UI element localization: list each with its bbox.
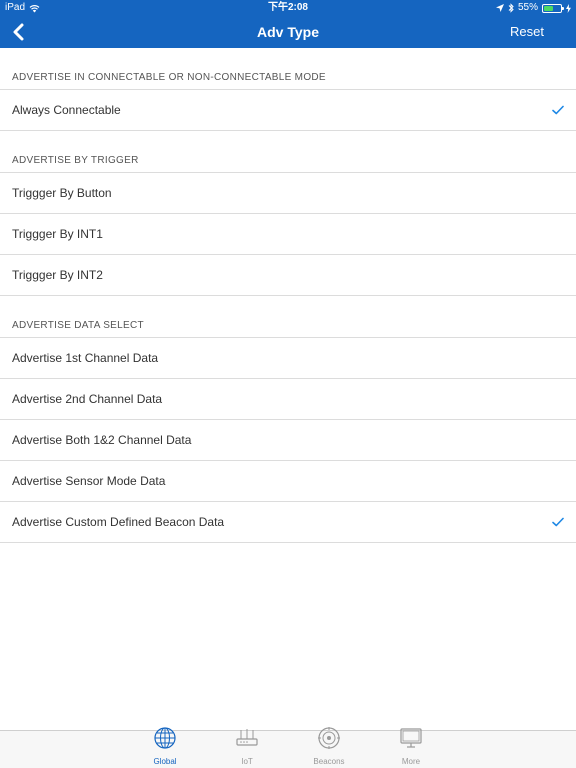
list-item-label: Always Connectable bbox=[12, 103, 121, 117]
reset-button[interactable]: Reset bbox=[510, 16, 544, 48]
charging-bolt-icon bbox=[566, 3, 571, 13]
tab-label: Global bbox=[153, 757, 177, 766]
list-item[interactable]: Advertise 2nd Channel Data bbox=[0, 379, 576, 420]
battery-percent: 55% bbox=[517, 2, 538, 13]
settings-list: ADVERTISE IN CONNECTABLE OR NON-CONNECTA… bbox=[0, 48, 576, 730]
tab-global[interactable]: Global bbox=[124, 727, 206, 768]
list-item-label: Triggger By INT1 bbox=[12, 227, 103, 241]
list-item-label: Advertise Both 1&2 Channel Data bbox=[12, 433, 192, 447]
list-item[interactable]: Triggger By INT1 bbox=[0, 214, 576, 255]
list-item-label: Advertise 1st Channel Data bbox=[12, 351, 159, 365]
list-item-label: Triggger By INT2 bbox=[12, 268, 103, 282]
nav-bar: Adv Type Reset bbox=[0, 16, 576, 48]
list-item[interactable]: Advertise 1st Channel Data bbox=[0, 338, 576, 379]
globe-icon bbox=[153, 726, 177, 757]
checkmark-icon bbox=[552, 105, 564, 115]
list-item-label: Advertise 2nd Channel Data bbox=[12, 392, 163, 406]
battery-level bbox=[544, 5, 553, 11]
tab-more[interactable]: More bbox=[370, 728, 452, 768]
tab-label: Beacons bbox=[313, 757, 345, 766]
list-item[interactable]: Triggger By Button bbox=[0, 173, 576, 214]
monitor-icon bbox=[399, 726, 423, 757]
tab-label: More bbox=[401, 757, 421, 766]
checkmark-icon bbox=[552, 517, 564, 527]
router-icon bbox=[235, 726, 259, 757]
list-item-label: Advertise Custom Defined Beacon Data bbox=[12, 515, 225, 529]
section-header: ADVERTISE IN CONNECTABLE OR NON-CONNECTA… bbox=[0, 48, 576, 90]
page-title: Adv Type bbox=[257, 24, 319, 40]
tab-iot[interactable]: IoT bbox=[206, 729, 288, 768]
tab-beacons[interactable]: Beacons bbox=[288, 727, 370, 768]
status-bar: iPad 下午2:08 55% bbox=[0, 0, 576, 16]
list-item[interactable]: Always Connectable bbox=[0, 90, 576, 131]
list-item[interactable]: Triggger By INT2 bbox=[0, 255, 576, 296]
tab-bar: Global IoT Beacons More bbox=[0, 727, 576, 768]
tab-label: IoT bbox=[241, 757, 253, 766]
top-bar: iPad 下午2:08 55% Adv Type Reset bbox=[0, 0, 576, 48]
beacon-icon bbox=[317, 726, 341, 757]
status-time: 下午2:08 bbox=[267, 2, 308, 13]
list-item-label: Advertise Sensor Mode Data bbox=[12, 474, 166, 488]
bluetooth-icon bbox=[508, 3, 514, 13]
location-arrow-icon bbox=[495, 4, 504, 12]
list-item-label: Triggger By Button bbox=[12, 186, 112, 200]
list-item[interactable]: Advertise Custom Defined Beacon Data bbox=[0, 502, 576, 543]
section-header: ADVERTISE DATA SELECT bbox=[0, 296, 576, 338]
section-header: ADVERTISE BY TRIGGER bbox=[0, 131, 576, 173]
list-item[interactable]: Advertise Both 1&2 Channel Data bbox=[0, 420, 576, 461]
list-item[interactable]: Advertise Sensor Mode Data bbox=[0, 461, 576, 502]
battery-icon bbox=[542, 3, 564, 13]
